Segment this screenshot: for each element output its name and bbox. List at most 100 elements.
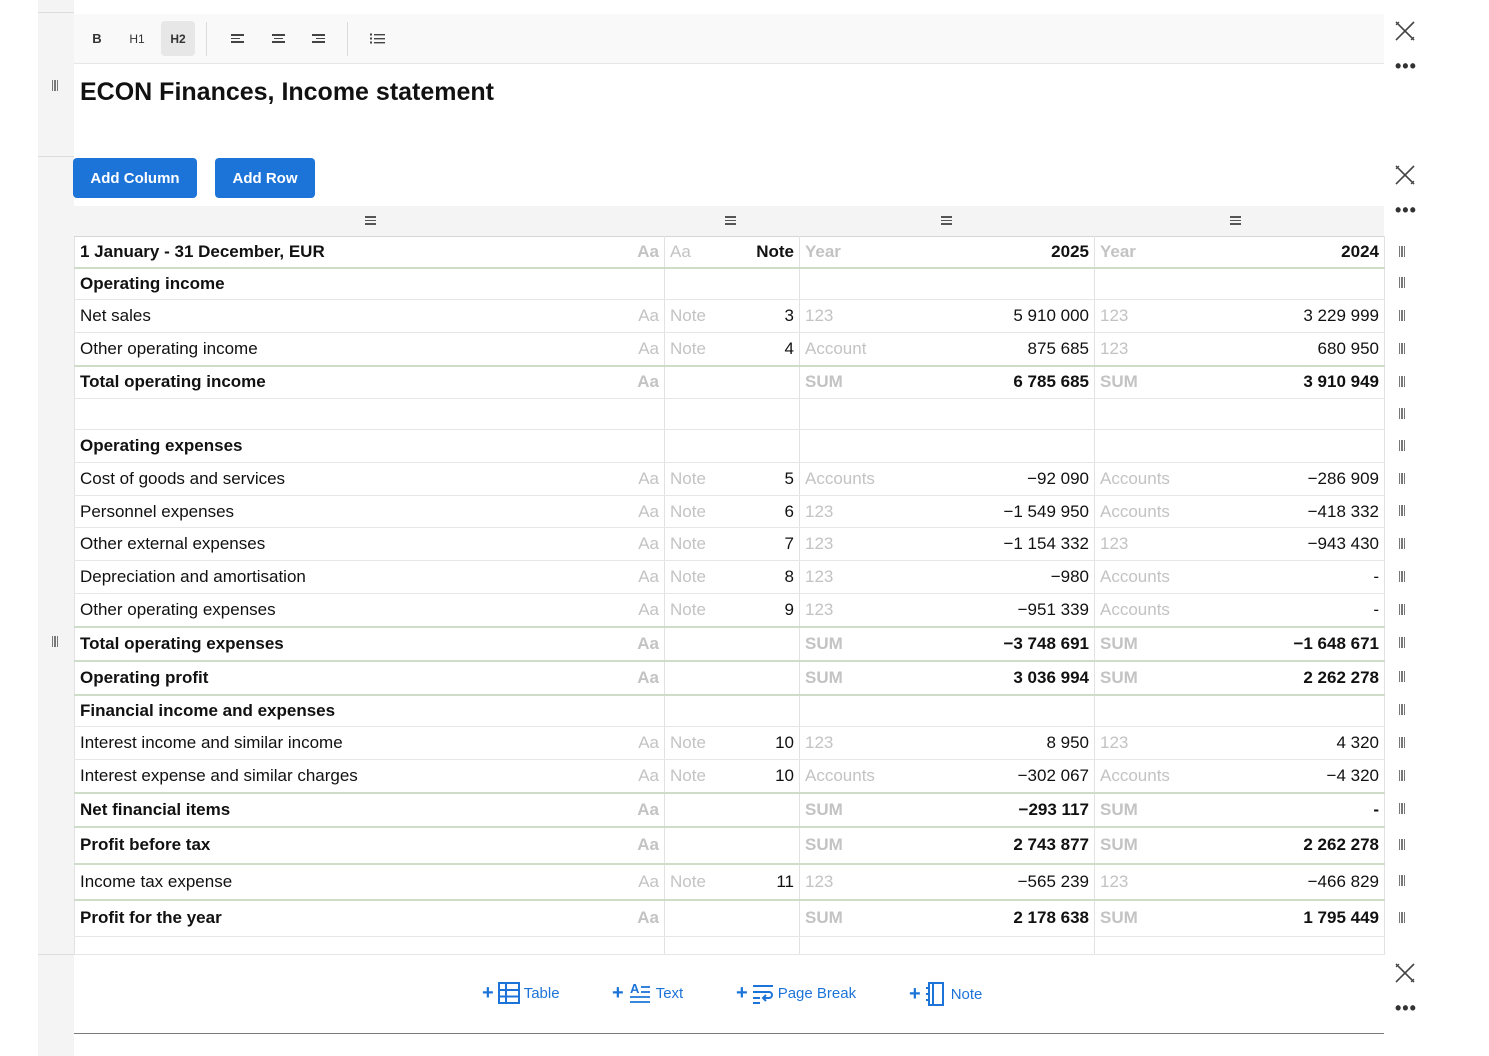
value-cell-2024[interactable] — [1094, 267, 1385, 300]
value-cell-2024[interactable]: Accounts −4 320 — [1094, 759, 1385, 794]
note-cell[interactable] — [664, 267, 800, 300]
more-options-icon[interactable]: ••• — [1395, 56, 1417, 77]
row-drag-handle-icon[interactable] — [1399, 637, 1405, 648]
note-cell[interactable] — [664, 826, 800, 865]
row-drag-handle-icon[interactable] — [1399, 803, 1405, 814]
value-cell-2025[interactable] — [799, 398, 1095, 430]
row-label-cell[interactable]: Net sales Aa — [74, 299, 665, 333]
align-center-button[interactable] — [261, 21, 295, 56]
value-cell-2025[interactable]: SUM 2 178 638 — [799, 899, 1095, 937]
page-title[interactable]: ECON Finances, Income statement — [80, 78, 494, 107]
value-cell-2025[interactable]: 123 −951 339 — [799, 593, 1095, 628]
bold-button[interactable]: B — [80, 21, 114, 56]
value-cell-2024[interactable] — [1094, 429, 1385, 463]
block-drag-handle-icon[interactable] — [52, 80, 58, 91]
value-cell-2024[interactable]: SUM 3 910 949 — [1094, 365, 1385, 399]
value-cell-2024[interactable]: SUM 1 795 449 — [1094, 899, 1385, 937]
value-cell-2024[interactable] — [1094, 936, 1385, 955]
value-cell-2025[interactable]: 123 −565 239 — [799, 863, 1095, 901]
note-cell[interactable]: Note 4 — [664, 332, 800, 367]
row-label-cell[interactable]: Operating income — [74, 267, 665, 300]
column-drag-handle-icon[interactable] — [941, 216, 952, 225]
value-cell-2025[interactable] — [799, 936, 1095, 955]
note-cell[interactable]: Note 3 — [664, 299, 800, 333]
delete-insert-bar-icon[interactable] — [1394, 962, 1416, 984]
add-table-button[interactable]: + Table — [482, 982, 560, 1004]
add-page-break-button[interactable]: + Page Break — [736, 982, 856, 1004]
row-drag-handle-icon[interactable] — [1399, 407, 1405, 419]
note-cell[interactable]: Note 10 — [664, 726, 800, 760]
row-label-cell[interactable]: Other operating income Aa — [74, 332, 665, 367]
row-drag-handle-icon[interactable] — [1399, 671, 1405, 682]
more-options-icon[interactable]: ••• — [1395, 200, 1417, 221]
row-drag-handle-icon[interactable] — [1399, 704, 1405, 715]
value-cell-2024[interactable]: Accounts −418 332 — [1094, 495, 1385, 528]
value-cell-2024[interactable]: 123 4 320 — [1094, 726, 1385, 760]
value-cell-2024[interactable] — [1094, 694, 1385, 727]
row-label-cell[interactable]: Interest expense and similar charges Aa — [74, 759, 665, 794]
delete-block-icon[interactable] — [1394, 20, 1416, 42]
value-cell-2024[interactable]: Accounts - — [1094, 560, 1385, 594]
value-cell-2024[interactable]: SUM 2 262 278 — [1094, 826, 1385, 865]
add-column-button[interactable]: Add Column — [73, 158, 197, 198]
value-cell-2024[interactable]: SUM −1 648 671 — [1094, 626, 1385, 662]
row-label-cell[interactable]: Total operating income Aa — [74, 365, 665, 399]
heading1-button[interactable]: H1 — [120, 21, 154, 56]
row-drag-handle-icon[interactable] — [1399, 769, 1405, 781]
row-drag-handle-icon[interactable] — [1399, 570, 1405, 582]
value-cell-2025[interactable]: 123 −1 154 332 — [799, 527, 1095, 561]
row-label-cell[interactable]: Interest income and similar income Aa — [74, 726, 665, 760]
row-drag-handle-icon[interactable] — [1399, 736, 1405, 748]
note-cell[interactable]: Note 5 — [664, 462, 800, 496]
value-cell-2025[interactable]: SUM −293 117 — [799, 792, 1095, 828]
heading2-button[interactable]: H2 — [161, 21, 195, 56]
note-cell[interactable]: Note 6 — [664, 495, 800, 528]
delete-table-icon[interactable] — [1394, 164, 1416, 186]
row-label-cell[interactable]: Personnel expenses Aa — [74, 495, 665, 528]
note-cell[interactable]: Aa Note — [664, 236, 800, 269]
row-label-cell[interactable]: Net financial items Aa — [74, 792, 665, 828]
value-cell-2025[interactable]: 123 −980 — [799, 560, 1095, 594]
value-cell-2025[interactable] — [799, 267, 1095, 300]
add-text-button[interactable]: + A Text — [612, 982, 683, 1004]
value-cell-2025[interactable]: 123 8 950 — [799, 726, 1095, 760]
row-label-cell[interactable]: Total operating expenses Aa — [74, 626, 665, 662]
value-cell-2025[interactable] — [799, 694, 1095, 727]
value-cell-2025[interactable]: Year 2025 — [799, 236, 1095, 269]
row-drag-handle-icon[interactable] — [1399, 875, 1405, 886]
row-label-cell[interactable]: Depreciation and amortisation Aa — [74, 560, 665, 594]
value-cell-2025[interactable]: SUM 2 743 877 — [799, 826, 1095, 865]
column-drag-handle-icon[interactable] — [1230, 216, 1241, 225]
row-label-cell[interactable]: Other external expenses Aa — [74, 527, 665, 561]
row-drag-handle-icon[interactable] — [1399, 277, 1405, 288]
row-drag-handle-icon[interactable] — [1399, 439, 1405, 451]
row-label-cell[interactable]: Profit before tax Aa — [74, 826, 665, 865]
note-cell[interactable] — [664, 694, 800, 727]
row-drag-handle-icon[interactable] — [1399, 505, 1405, 516]
note-cell[interactable]: Note 7 — [664, 527, 800, 561]
row-drag-handle-icon[interactable] — [1399, 245, 1405, 257]
row-label-cell[interactable] — [74, 936, 665, 955]
add-row-button[interactable]: Add Row — [215, 158, 315, 198]
note-cell[interactable] — [664, 936, 800, 955]
row-label-cell[interactable]: Other operating expenses Aa — [74, 593, 665, 628]
row-label-cell[interactable]: Profit for the year Aa — [74, 899, 665, 937]
row-drag-handle-icon[interactable] — [1399, 838, 1405, 850]
value-cell-2025[interactable]: SUM −3 748 691 — [799, 626, 1095, 662]
value-cell-2025[interactable]: SUM 3 036 994 — [799, 660, 1095, 696]
value-cell-2025[interactable]: SUM 6 785 685 — [799, 365, 1095, 399]
value-cell-2025[interactable]: Accounts −92 090 — [799, 462, 1095, 496]
more-options-icon[interactable]: ••• — [1395, 998, 1417, 1019]
value-cell-2024[interactable]: 123 −466 829 — [1094, 863, 1385, 901]
row-drag-handle-icon[interactable] — [1399, 472, 1405, 484]
note-cell[interactable]: Note 11 — [664, 863, 800, 901]
note-cell[interactable] — [664, 792, 800, 828]
row-drag-handle-icon[interactable] — [1399, 342, 1405, 354]
row-label-cell[interactable]: 1 January - 31 December, EUR Aa — [74, 236, 665, 269]
row-drag-handle-icon[interactable] — [1399, 603, 1405, 615]
value-cell-2024[interactable]: 123 −943 430 — [1094, 527, 1385, 561]
align-left-button[interactable] — [220, 21, 254, 56]
align-right-button[interactable] — [301, 21, 335, 56]
note-cell[interactable] — [664, 398, 800, 430]
row-label-cell[interactable]: Operating expenses — [74, 429, 665, 463]
